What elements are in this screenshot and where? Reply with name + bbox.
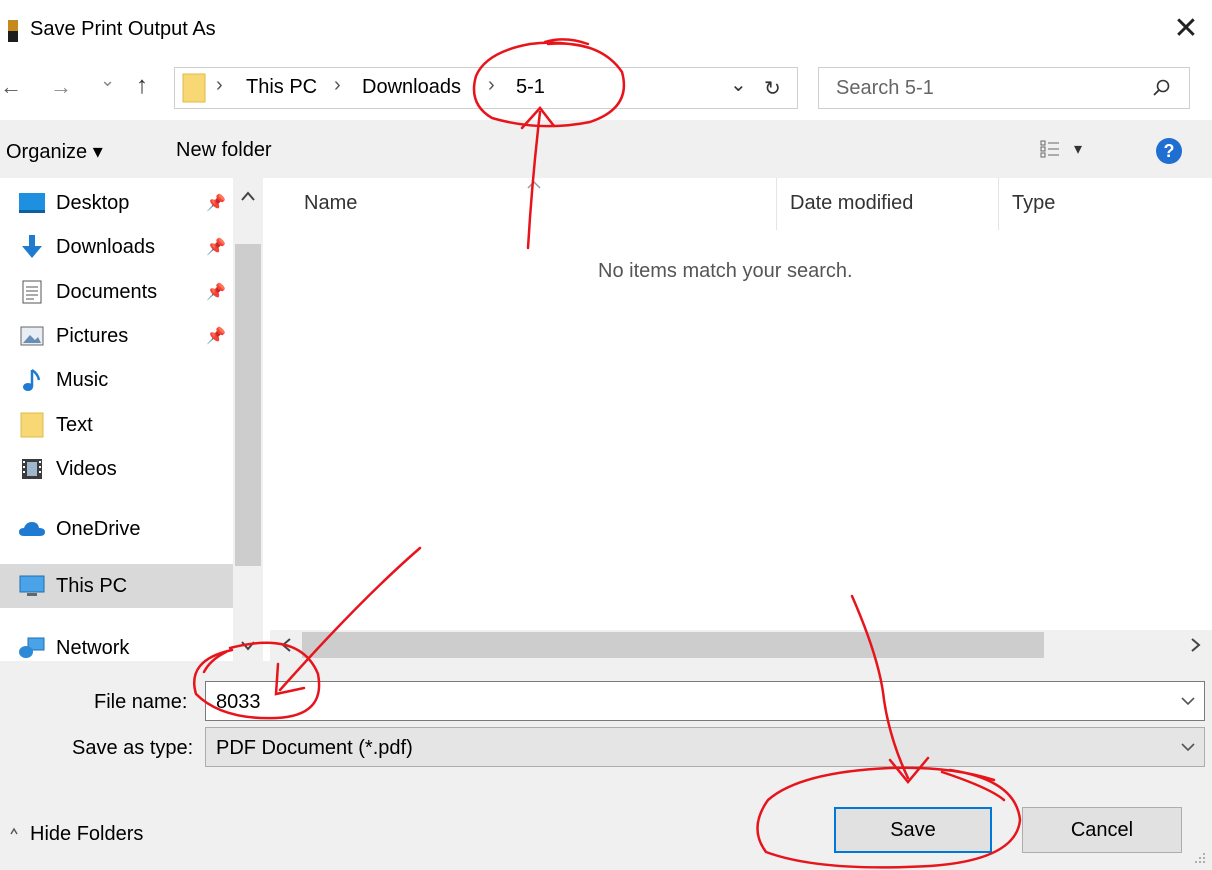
- breadcrumb-separator: ›: [334, 74, 341, 96]
- breadcrumb-separator: ›: [216, 74, 223, 96]
- up-button[interactable]: ↑: [136, 72, 148, 100]
- scroll-down-arrow-icon[interactable]: [240, 640, 256, 652]
- search-icon: [1153, 79, 1170, 96]
- recent-locations-button[interactable]: ⌄: [100, 70, 115, 91]
- pin-icon: 📌: [206, 239, 226, 256]
- sidebar-item-label: Downloads: [56, 235, 155, 258]
- save-as-type-value: PDF Document (*.pdf): [216, 737, 413, 759]
- sidebar-item-network[interactable]: Network: [18, 628, 248, 661]
- address-dropdown-button[interactable]: ⌄: [730, 72, 747, 97]
- sidebar-item-label: Documents: [56, 280, 158, 303]
- refresh-button[interactable]: ↻: [764, 76, 781, 101]
- file-list[interactable]: [270, 178, 1212, 630]
- column-header-type[interactable]: Type: [1012, 192, 1055, 215]
- sidebar-item-music[interactable]: Music: [18, 360, 248, 400]
- scroll-left-arrow-icon[interactable]: [280, 637, 292, 653]
- view-dropdown-button[interactable]: ▾: [1074, 139, 1082, 159]
- downloads-icon: [18, 233, 46, 261]
- sidebar-item-label: Text: [56, 413, 93, 436]
- sidebar-scroll-thumb[interactable]: [235, 244, 261, 566]
- search-input[interactable]: Search 5-1: [836, 77, 934, 100]
- sidebar-item-text[interactable]: Text: [18, 405, 248, 445]
- sidebar-item-label: Desktop: [56, 191, 130, 214]
- chevron-up-icon[interactable]: [10, 826, 18, 836]
- app-icon: [8, 20, 18, 42]
- pin-icon: 📌: [206, 328, 226, 345]
- chevron-down-icon[interactable]: [1180, 742, 1196, 752]
- file-name-field[interactable]: [205, 681, 1205, 721]
- file-name-label: File name:: [94, 691, 188, 713]
- pin-icon: 📌: [206, 195, 226, 212]
- sidebar-item-onedrive[interactable]: OneDrive: [18, 509, 248, 549]
- breadcrumb-separator: ›: [488, 74, 495, 96]
- chevron-down-icon[interactable]: [1180, 696, 1196, 706]
- breadcrumb-downloads[interactable]: Downloads: [362, 76, 461, 99]
- pictures-icon: [18, 322, 46, 350]
- sidebar-item-this-pc[interactable]: This PC: [18, 566, 248, 606]
- music-icon: [18, 366, 46, 394]
- sidebar-item-label: Pictures: [56, 324, 129, 347]
- network-icon: [18, 634, 46, 661]
- desktop-icon: [18, 189, 46, 217]
- hide-folders-button[interactable]: Hide Folders: [30, 823, 143, 846]
- save-button[interactable]: Save: [834, 807, 992, 853]
- column-divider[interactable]: [776, 178, 777, 230]
- help-button[interactable]: ?: [1156, 138, 1182, 164]
- pin-icon: 📌: [206, 284, 226, 301]
- save-as-type-label: Save as type:: [72, 737, 194, 759]
- sort-indicator-icon: [527, 180, 541, 189]
- horizontal-scroll-thumb[interactable]: [302, 632, 1044, 658]
- this-pc-icon: [18, 572, 46, 600]
- scroll-right-arrow-icon[interactable]: [1190, 637, 1202, 653]
- forward-button[interactable]: →: [50, 74, 72, 100]
- navigation-pane: Desktop 📌 Downloads 📌 Documents 📌 Pictur…: [0, 178, 270, 661]
- breadcrumb-this-pc[interactable]: This PC: [246, 76, 317, 99]
- onedrive-icon: [18, 515, 46, 543]
- close-button[interactable]: ✕: [1166, 10, 1206, 50]
- folder-icon: [18, 411, 46, 439]
- column-header-date-modified[interactable]: Date modified: [790, 192, 913, 215]
- breadcrumb-5-1[interactable]: 5-1: [516, 76, 545, 99]
- folder-icon: [182, 73, 206, 103]
- window-title: Save Print Output As: [30, 18, 216, 40]
- empty-message: No items match your search.: [598, 260, 853, 282]
- column-divider[interactable]: [998, 178, 999, 230]
- scroll-up-arrow-icon[interactable]: [240, 190, 256, 202]
- documents-icon: [18, 278, 46, 306]
- new-folder-button[interactable]: New folder: [176, 139, 272, 162]
- organize-menu[interactable]: Organize ▾: [6, 139, 103, 164]
- view-options-icon[interactable]: [1040, 140, 1060, 158]
- sidebar-item-label: This PC: [56, 574, 128, 597]
- sidebar-item-label: Videos: [56, 457, 117, 480]
- sidebar-item-label: Network: [56, 636, 130, 659]
- sidebar-item-label: OneDrive: [56, 517, 141, 540]
- back-button[interactable]: ←: [0, 74, 22, 100]
- column-header-name[interactable]: Name: [304, 192, 357, 215]
- cancel-button[interactable]: Cancel: [1022, 807, 1182, 853]
- resize-grip-icon[interactable]: [1194, 852, 1206, 864]
- sidebar-item-videos[interactable]: Videos: [18, 449, 248, 489]
- videos-icon: [18, 455, 46, 483]
- file-name-input[interactable]: 8033: [216, 691, 261, 714]
- sidebar-item-label: Music: [56, 368, 109, 391]
